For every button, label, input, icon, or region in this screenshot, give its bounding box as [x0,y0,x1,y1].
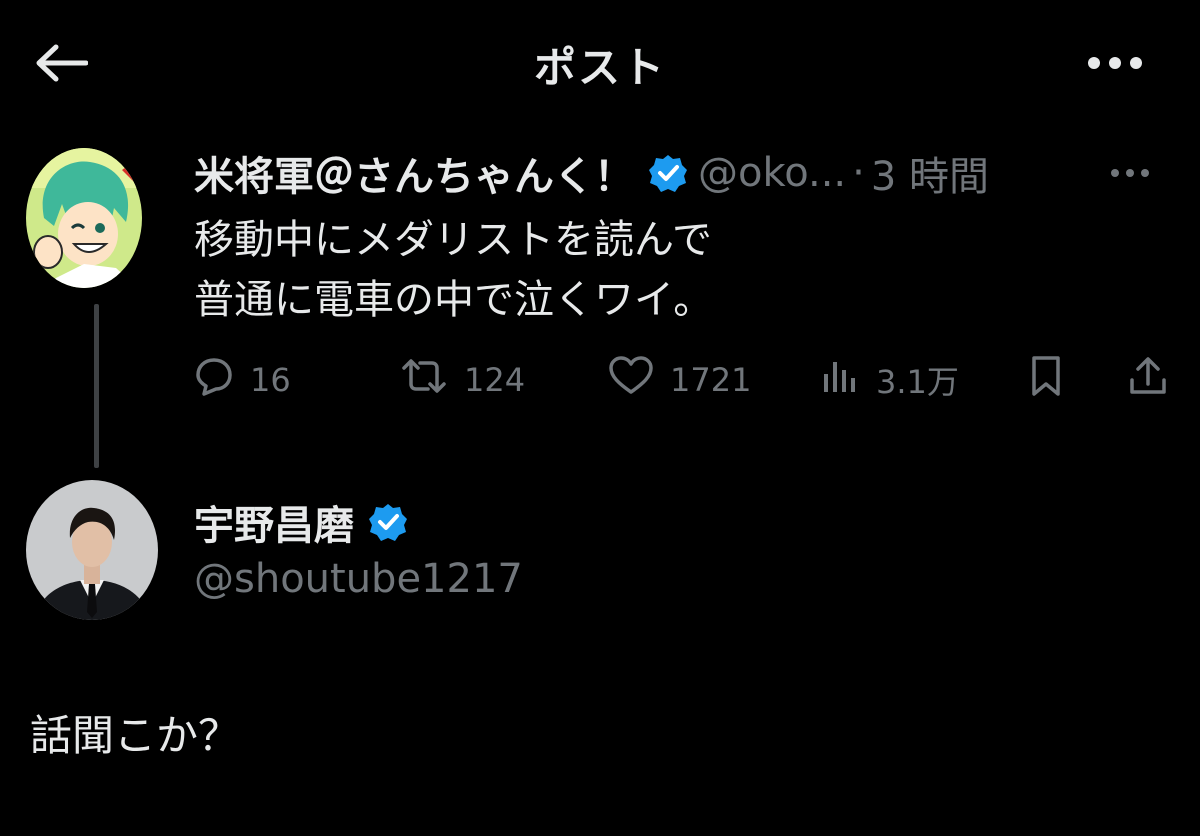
reply-handle[interactable]: @shoutube1217 [194,556,523,602]
thread-connector-line [94,304,99,468]
post-detail-screen: ポスト 米将軍＠さんちゃんく！ @oko... · 3 時間 移動中にメダリスト… [0,0,1200,836]
parent-handle[interactable]: @oko... [698,150,846,196]
parent-timestamp[interactable]: 3 時間 [871,144,989,202]
heart-icon [608,356,654,404]
reply-avatar[interactable] [26,480,158,620]
reply-count: 16 [250,361,291,399]
tweet-text-line: 普通に電車の中で泣くワイ。 [194,277,714,323]
verified-badge-icon [648,153,688,193]
reply-button[interactable]: 16 [194,352,291,408]
reply-icon [194,356,234,404]
more-horizontal-icon [1110,163,1150,182]
header-more-button[interactable] [1080,44,1150,84]
retweet-count: 124 [464,361,526,399]
parent-tweet-text: 移動中にメダリストを読んで 普通に電車の中で泣くワイ。 [194,210,1154,330]
like-count: 1721 [670,361,752,399]
page-title: ポスト [533,43,666,92]
analytics-bar-icon [820,356,860,404]
bookmark-icon [1026,354,1066,406]
parent-tweet-more-button[interactable] [1108,158,1152,186]
top-nav-bar: ポスト [0,0,1200,128]
view-count: 3.1万 [876,363,959,401]
reply-display-name[interactable]: 宇野昌磨 [194,493,354,551]
reply-text: 話聞こか？ [30,711,241,760]
separator-dot: · [852,150,865,196]
parent-tweet-avatar[interactable] [26,148,142,288]
retweet-button[interactable]: 124 [400,352,525,408]
retweet-icon [400,356,448,404]
parent-tweet-header: 米将軍＠さんちゃんく！ @oko... · 3 時間 [194,144,989,202]
more-horizontal-icon [1087,55,1143,74]
reply-header: 宇野昌磨 [194,494,408,550]
bookmark-button[interactable] [1026,352,1066,408]
views-button[interactable]: 3.1万 [820,352,959,408]
like-button[interactable]: 1721 [608,352,751,408]
share-upload-icon [1128,354,1168,406]
share-button[interactable] [1128,352,1168,408]
tweet-action-bar: 16 124 1721 3.1万 [194,352,1174,408]
parent-display-name[interactable]: 米将軍＠さんちゃんく！ [194,144,634,202]
tweet-text-line: 移動中にメダリストを読んで [194,217,712,263]
verified-badge-icon [368,502,408,542]
